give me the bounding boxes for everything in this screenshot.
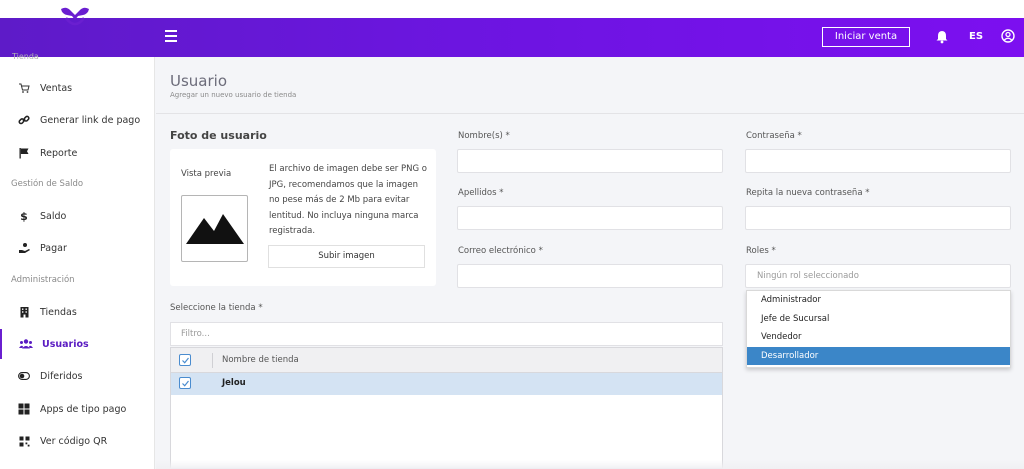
check-icon xyxy=(182,357,189,364)
sidebar-item-ver-qr[interactable]: Ver código QR xyxy=(0,426,155,456)
sidebar-item-label: Saldo xyxy=(40,210,67,222)
top-strip xyxy=(0,0,1024,18)
sidebar-item-apps-tipo-pago[interactable]: Apps de tipo pago xyxy=(0,394,155,424)
sidebar: Tienda Ventas Generar link de pago Repor… xyxy=(0,52,155,469)
roles-select[interactable]: Ningún rol seleccionado xyxy=(745,264,1011,288)
tienda-name-cell: Jelou xyxy=(222,378,246,388)
sidebar-item-label: Generar link de pago xyxy=(40,114,141,126)
sidebar-section-admin: Administración xyxy=(11,275,75,285)
foto-card: Vista previa El archivo de imagen debe s… xyxy=(170,149,436,286)
bottom-fade xyxy=(156,460,1024,469)
password-label: Contraseña * xyxy=(746,131,802,141)
link-icon xyxy=(17,113,31,127)
sidebar-item-reporte[interactable]: Reporte xyxy=(0,138,155,168)
row-checkbox[interactable] xyxy=(179,377,191,389)
qr-icon xyxy=(17,434,31,448)
sidebar-item-label: Pagar xyxy=(40,242,67,254)
roles-label: Roles * xyxy=(746,246,776,256)
sidebar-item-pagar[interactable]: Pagar xyxy=(0,233,155,263)
page-title: Usuario xyxy=(170,72,228,90)
role-option-desarrollador[interactable]: Desarrollador xyxy=(747,346,1010,365)
image-placeholder-icon xyxy=(186,203,244,244)
iniciar-venta-button[interactable]: Iniciar venta xyxy=(822,27,910,47)
building-icon xyxy=(17,305,31,319)
foto-section-title: Foto de usuario xyxy=(170,129,267,142)
check-icon xyxy=(182,380,189,387)
sidebar-item-label: Apps de tipo pago xyxy=(40,403,127,415)
repeat-password-label: Repita la nueva contraseña * xyxy=(746,188,870,198)
sidebar-item-label: Tiendas xyxy=(40,306,77,318)
sidebar-item-diferidos[interactable]: Diferidos xyxy=(0,361,155,391)
table-row[interactable]: Jelou xyxy=(171,373,722,395)
sidebar-item-label: Ventas xyxy=(40,82,73,94)
sidebar-item-saldo[interactable]: $ Saldo xyxy=(0,201,155,231)
language-selector[interactable]: ES xyxy=(969,31,983,42)
dollar-icon: $ xyxy=(20,209,28,223)
select-all-checkbox[interactable] xyxy=(179,354,191,366)
title-divider xyxy=(156,113,1024,114)
brand-logo[interactable] xyxy=(58,6,92,28)
sidebar-item-generar-link[interactable]: Generar link de pago xyxy=(0,105,155,135)
sidebar-item-ventas[interactable]: Ventas xyxy=(0,73,155,103)
grid-icon xyxy=(17,402,31,416)
flag-icon xyxy=(17,146,31,160)
top-header: Iniciar venta ES xyxy=(0,18,1024,57)
table-header: Nombre de tienda xyxy=(171,348,722,373)
sidebar-item-label: Reporte xyxy=(40,147,78,159)
nombres-field[interactable] xyxy=(457,149,723,173)
sidebar-item-label: Ver código QR xyxy=(40,435,108,447)
bell-icon[interactable] xyxy=(935,30,949,44)
toggle-icon xyxy=(17,369,31,383)
upload-image-button[interactable]: Subir imagen xyxy=(268,245,425,268)
cart-icon xyxy=(17,81,31,95)
apellidos-field[interactable] xyxy=(457,206,723,230)
tienda-label: Seleccione la tienda * xyxy=(170,303,263,313)
correo-label: Correo electrónico * xyxy=(458,246,543,256)
user-account-icon[interactable] xyxy=(1001,29,1015,43)
sidebar-item-label: Diferidos xyxy=(40,370,83,382)
correo-field[interactable] xyxy=(457,264,723,288)
sidebar-item-usuarios[interactable]: Usuarios xyxy=(0,329,155,359)
password-field[interactable] xyxy=(745,149,1011,173)
menu-toggle-icon[interactable] xyxy=(165,30,179,44)
sidebar-section-tienda: Tienda xyxy=(12,52,39,61)
repeat-password-field[interactable] xyxy=(745,206,1011,230)
role-option-vendedor[interactable]: Vendedor xyxy=(747,328,1010,347)
sidebar-section-saldo: Gestión de Saldo xyxy=(11,179,84,189)
role-option-administrador[interactable]: Administrador xyxy=(747,291,1010,310)
sidebar-item-tiendas[interactable]: Tiendas xyxy=(0,297,155,327)
tienda-filter-input[interactable]: Filtro... xyxy=(170,322,723,346)
nombres-label: Nombre(s) * xyxy=(458,131,510,141)
apellidos-label: Apellidos * xyxy=(458,188,504,198)
column-separator xyxy=(212,353,213,368)
preview-label: Vista previa xyxy=(181,169,232,179)
tienda-table: Nombre de tienda Jelou xyxy=(170,347,723,469)
role-option-jefe-sucursal[interactable]: Jefe de Sucursal xyxy=(747,310,1010,329)
hand-coin-icon xyxy=(17,241,31,255)
sidebar-item-label: Usuarios xyxy=(42,338,89,350)
foto-instructions: El archivo de imagen debe ser PNG o JPG,… xyxy=(269,164,427,236)
image-preview xyxy=(181,195,248,262)
column-header-nombre: Nombre de tienda xyxy=(222,355,299,365)
users-icon xyxy=(19,337,33,351)
page-subtitle: Agregar un nuevo usuario de tienda xyxy=(170,91,297,99)
roles-dropdown: Administrador Jefe de Sucursal Vendedor … xyxy=(746,290,1011,368)
